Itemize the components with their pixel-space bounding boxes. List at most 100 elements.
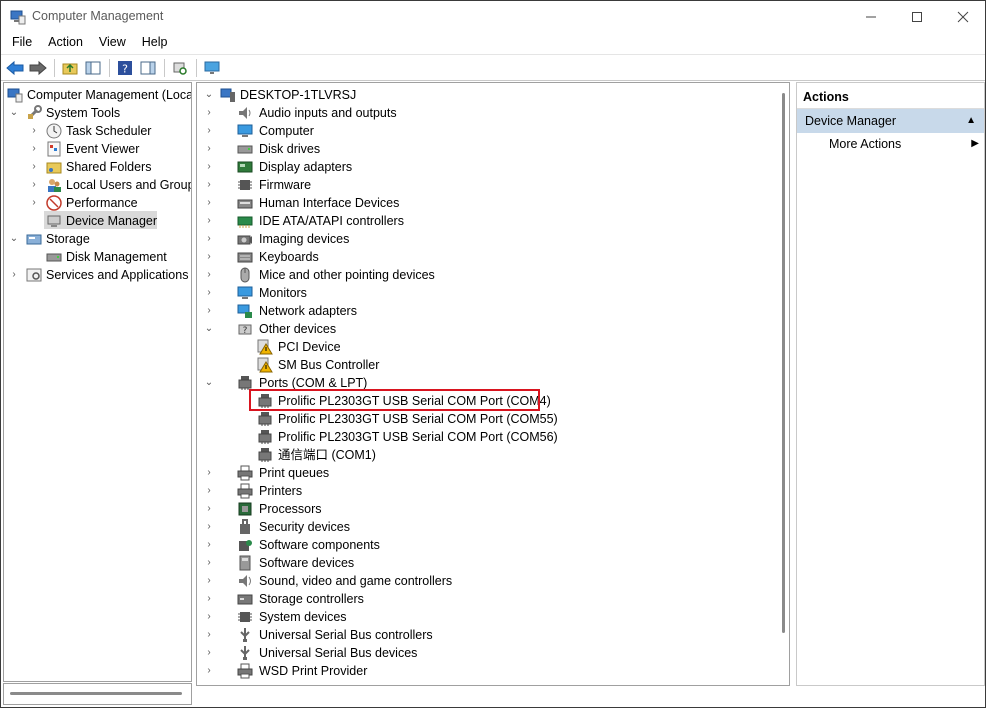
device-item-monitors-10[interactable]: › Monitors (197, 284, 777, 302)
show-action-pane-button[interactable] (137, 57, 159, 79)
device-item-sm-bus-controller-14[interactable]: SM Bus Controller (197, 356, 777, 374)
chevron-right-icon[interactable]: › (203, 518, 215, 536)
chevron-right-icon[interactable]: › (203, 464, 215, 482)
actions-section-device-manager[interactable]: Device Manager ▲ (797, 109, 984, 133)
console-tree-icon (85, 61, 101, 74)
device-item-display-adapters-3[interactable]: › Display adapters (197, 158, 777, 176)
chevron-right-icon[interactable]: › (28, 194, 40, 212)
chevron-right-icon[interactable]: › (203, 230, 215, 248)
chevron-right-icon[interactable]: › (203, 536, 215, 554)
tree-item-device-manager[interactable]: Device Manager (4, 212, 191, 230)
device-item-pci-device-13[interactable]: PCI Device (197, 338, 777, 356)
device-item-sound-video-and-game-controllers-26[interactable]: › Sound, video and game controllers (197, 572, 777, 590)
device-item-imaging-devices-7[interactable]: › Imaging devices (197, 230, 777, 248)
device-item-com1-19[interactable]: 通信端口 (COM1) (197, 446, 777, 464)
minimize-button[interactable] (848, 1, 894, 32)
device-item-computer-1[interactable]: › Computer (197, 122, 777, 140)
tree-item-system-tools[interactable]: ⌄ System Tools (4, 104, 191, 122)
device-item-human-interface-devices-5[interactable]: › Human Interface Devices (197, 194, 777, 212)
more-actions-item[interactable]: More Actions ▶ (829, 137, 979, 155)
device-item-system-devices-28[interactable]: › System devices (197, 608, 777, 626)
chevron-right-icon[interactable]: › (203, 572, 215, 590)
scan-hardware-button[interactable] (169, 57, 191, 79)
chevron-down-icon[interactable]: ⌄ (8, 230, 20, 248)
tree-item-task-scheduler[interactable]: › Task Scheduler (4, 122, 191, 140)
device-item-wsd-print-provider-31[interactable]: › WSD Print Provider (197, 662, 777, 680)
device-item-firmware-4[interactable]: › Firmware (197, 176, 777, 194)
menu-action[interactable]: Action (40, 32, 91, 53)
device-item-security-devices-23[interactable]: › Security devices (197, 518, 777, 536)
chevron-right-icon[interactable]: › (203, 500, 215, 518)
tree-item-shared-folders[interactable]: › Shared Folders (4, 158, 191, 176)
chevron-right-icon[interactable]: › (203, 626, 215, 644)
menu-view[interactable]: View (91, 32, 134, 53)
chevron-right-icon[interactable]: › (203, 176, 215, 194)
device-item-storage-controllers-27[interactable]: › Storage controllers (197, 590, 777, 608)
scrollbar-thumb[interactable] (10, 692, 182, 695)
tree-item-computer-management[interactable]: Computer Management (Local (4, 86, 191, 104)
tree-item-local-users[interactable]: › Local Users and Groups (4, 176, 191, 194)
scrollbar-thumb[interactable] (782, 93, 785, 633)
help-button[interactable]: ? (114, 57, 136, 79)
menu-file[interactable]: File (4, 32, 40, 53)
chevron-right-icon[interactable]: › (203, 284, 215, 302)
back-button[interactable] (4, 57, 26, 79)
chevron-right-icon[interactable]: › (28, 122, 40, 140)
tree-item-services[interactable]: › Services and Applications (4, 266, 191, 284)
device-item-mice-and-other-pointing-devices-9[interactable]: › Mice and other pointing devices (197, 266, 777, 284)
device-item-printers-21[interactable]: › Printers (197, 482, 777, 500)
tree-item-event-viewer[interactable]: › Event Viewer (4, 140, 191, 158)
tree-item-computer-root[interactable]: ⌄ DESKTOP-1TLVRSJ (197, 86, 777, 104)
chevron-down-icon[interactable]: ⌄ (203, 86, 215, 104)
chevron-right-icon[interactable]: › (28, 176, 40, 194)
chevron-right-icon[interactable]: › (203, 212, 215, 230)
device-item-prolific-pl2303gt-usb-serial-com-port-com56-18[interactable]: Prolific PL2303GT USB Serial COM Port (C… (197, 428, 777, 446)
chevron-right-icon[interactable]: › (203, 266, 215, 284)
monitor-button[interactable] (201, 57, 223, 79)
chevron-right-icon[interactable]: › (203, 302, 215, 320)
device-item-universal-serial-bus-devices-30[interactable]: › Universal Serial Bus devices (197, 644, 777, 662)
forward-button[interactable] (27, 57, 49, 79)
chevron-down-icon[interactable]: ⌄ (8, 104, 20, 122)
device-item-disk-drives-2[interactable]: › Disk drives (197, 140, 777, 158)
chevron-right-icon[interactable]: › (28, 158, 40, 176)
show-hide-tree-button[interactable] (82, 57, 104, 79)
device-item-keyboards-8[interactable]: › Keyboards (197, 248, 777, 266)
up-folder-button[interactable] (59, 57, 81, 79)
close-button[interactable] (940, 1, 986, 32)
vertical-scrollbar[interactable] (779, 93, 787, 633)
device-item-network-adapters-11[interactable]: › Network adapters (197, 302, 777, 320)
tree-item-storage[interactable]: ⌄ Storage (4, 230, 191, 248)
chevron-right-icon[interactable]: › (203, 554, 215, 572)
tree-item-performance[interactable]: › Performance (4, 194, 191, 212)
maximize-button[interactable] (894, 1, 940, 32)
chevron-right-icon[interactable]: › (28, 140, 40, 158)
device-item-processors-22[interactable]: › Processors (197, 500, 777, 518)
chevron-down-icon[interactable]: ⌄ (203, 320, 215, 338)
chevron-down-icon[interactable]: ⌄ (203, 374, 215, 392)
device-item-ide-ata-atapi-controllers-6[interactable]: › IDE ATA/ATAPI controllers (197, 212, 777, 230)
chevron-right-icon[interactable]: › (203, 590, 215, 608)
chevron-right-icon[interactable]: › (8, 266, 20, 284)
chevron-right-icon[interactable]: › (203, 482, 215, 500)
collapse-triangle-icon[interactable]: ▲ (966, 115, 976, 126)
chevron-right-icon[interactable]: › (203, 248, 215, 266)
horizontal-scrollbar[interactable] (3, 683, 192, 705)
menu-help[interactable]: Help (134, 32, 176, 53)
device-item-universal-serial-bus-controllers-29[interactable]: › Universal Serial Bus controllers (197, 626, 777, 644)
chevron-right-icon[interactable]: › (203, 104, 215, 122)
device-item-prolific-pl2303gt-usb-serial-com-port-com55-17[interactable]: Prolific PL2303GT USB Serial COM Port (C… (197, 410, 777, 428)
chevron-right-icon[interactable]: › (203, 608, 215, 626)
chevron-right-icon[interactable]: › (203, 662, 215, 680)
chevron-right-icon[interactable]: › (203, 194, 215, 212)
device-item-software-components-24[interactable]: › Software components (197, 536, 777, 554)
chevron-right-icon[interactable]: › (203, 644, 215, 662)
device-item-audio-inputs-and-outputs-0[interactable]: › Audio inputs and outputs (197, 104, 777, 122)
device-item-software-devices-25[interactable]: › Software devices (197, 554, 777, 572)
tree-item-disk-management[interactable]: Disk Management (4, 248, 191, 266)
device-item-print-queues-20[interactable]: › Print queues (197, 464, 777, 482)
chevron-right-icon[interactable]: › (203, 158, 215, 176)
chevron-right-icon[interactable]: › (203, 140, 215, 158)
chevron-right-icon[interactable]: › (203, 122, 215, 140)
device-item-other-devices-12[interactable]: ⌄? Other devices (197, 320, 777, 338)
